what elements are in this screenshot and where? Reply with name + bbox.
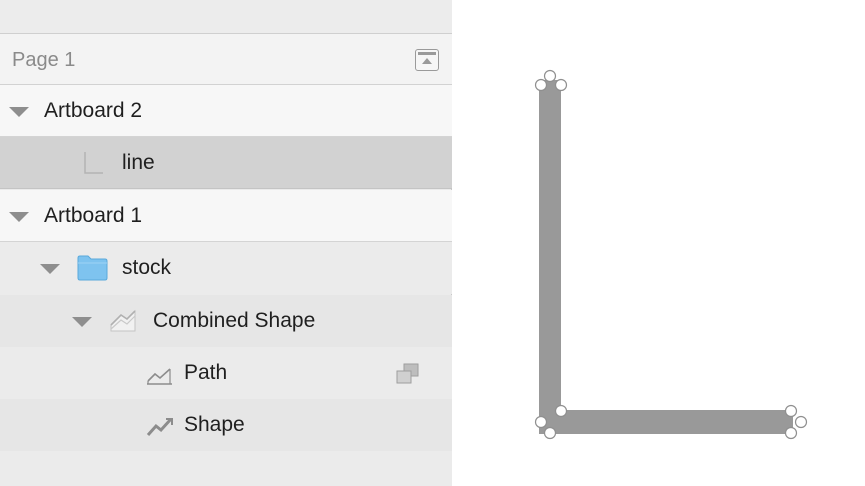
vertex-handle[interactable] <box>534 78 548 92</box>
layers-empty-area <box>0 451 452 486</box>
layer-label: Shape <box>184 413 245 436</box>
layer-row-line[interactable]: line <box>0 137 452 189</box>
disclosure-triangle-icon[interactable] <box>72 317 92 327</box>
vertex-handle[interactable] <box>794 415 808 429</box>
selection-handles[interactable] <box>534 69 808 440</box>
canvas[interactable] <box>453 0 865 486</box>
layer-row-shape[interactable]: Shape <box>0 399 452 451</box>
collapse-panel-icon[interactable] <box>415 49 439 71</box>
disclosure-triangle-icon[interactable] <box>40 264 60 274</box>
layers-panel: Page 1 Artboard 2 line Artboard 1 stock … <box>0 0 452 486</box>
boolean-union-icon[interactable] <box>396 363 420 385</box>
layer-row-path[interactable]: Path <box>0 347 452 399</box>
layer-label: stock <box>122 256 172 279</box>
disclosure-triangle-icon[interactable] <box>9 212 29 222</box>
line-layer-icon <box>84 152 103 174</box>
line-horizontal-stroke[interactable] <box>539 410 793 434</box>
vertex-handle[interactable] <box>784 404 798 418</box>
line-vertical-stroke[interactable] <box>539 80 561 425</box>
layer-label: Combined Shape <box>153 309 316 332</box>
page-header[interactable]: Page 1 <box>0 34 452 85</box>
combined-shape-icon <box>110 309 136 332</box>
layer-label: Artboard 1 <box>44 204 143 227</box>
layer-row-stock[interactable]: stock <box>0 242 452 294</box>
layer-row-combined-shape[interactable]: Combined Shape <box>0 295 452 347</box>
panel-toolbar <box>0 0 452 34</box>
vertex-handle[interactable] <box>784 426 798 440</box>
vertex-handle[interactable] <box>554 78 568 92</box>
layer-row-artboard-1[interactable]: Artboard 1 <box>0 190 452 242</box>
vertex-handle[interactable] <box>554 404 568 418</box>
layer-label: Path <box>184 361 228 384</box>
vertex-handle[interactable] <box>543 426 557 440</box>
layer-row-artboard-2[interactable]: Artboard 2 <box>0 85 452 137</box>
layer-label: Artboard 2 <box>44 99 143 122</box>
line-shape-selection[interactable] <box>453 0 865 486</box>
folder-icon <box>77 255 108 281</box>
vertex-handle[interactable] <box>534 415 548 429</box>
sketch-app-window: Page 1 Artboard 2 line Artboard 1 stock … <box>0 0 865 486</box>
shape-icon <box>146 417 173 436</box>
disclosure-triangle-icon[interactable] <box>9 107 29 117</box>
path-icon <box>147 368 172 385</box>
vertex-handle[interactable] <box>543 69 557 83</box>
page-title: Page 1 <box>12 49 76 71</box>
layer-label: line <box>122 151 155 174</box>
